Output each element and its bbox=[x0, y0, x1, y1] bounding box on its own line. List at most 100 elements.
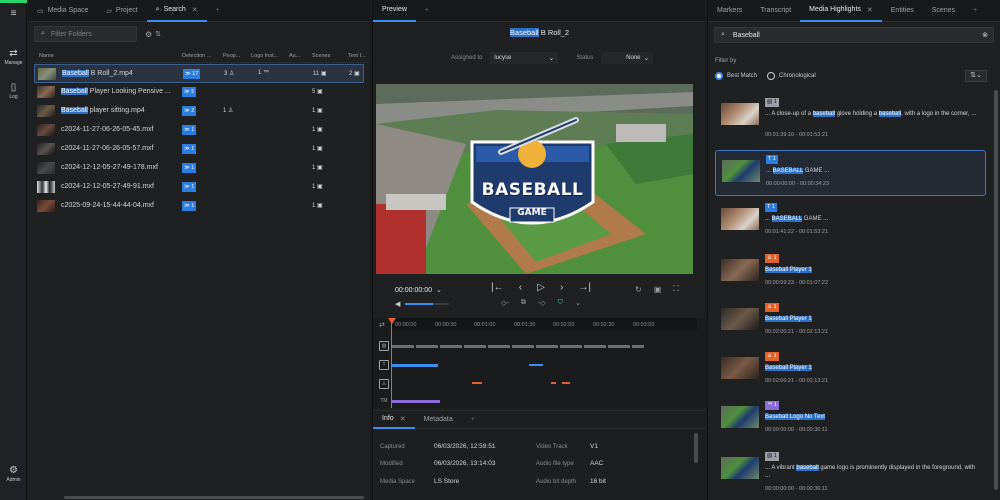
ruler-tick: 00:02:00 bbox=[553, 322, 575, 328]
file-name: c2024-12-12-05-27-49-178.mxf bbox=[61, 164, 158, 171]
tab-search[interactable]: ⌕ Search ✕ bbox=[146, 0, 207, 22]
highlights-search-input[interactable]: ⌕ Baseball ⊗ bbox=[714, 27, 994, 43]
tab-media-space[interactable]: ▭ Media Space bbox=[28, 0, 97, 22]
person-track-clip[interactable] bbox=[562, 382, 570, 384]
timecode-display[interactable]: 00:00:00:00 ⌄ bbox=[395, 286, 442, 295]
rail-item-manage[interactable]: ⇄ Manage bbox=[0, 48, 27, 66]
logo-track-clip[interactable] bbox=[392, 400, 440, 403]
metadata-label: Audio bit depth bbox=[536, 479, 577, 485]
info-scrollbar[interactable] bbox=[694, 433, 698, 463]
step-forward-icon[interactable]: › bbox=[560, 282, 563, 293]
highlight-card[interactable]: ™ 1 Baseball Logo No Text 00:00:00:00 - … bbox=[715, 397, 986, 443]
panel2-tabbar: Preview + bbox=[373, 0, 705, 22]
clip-icon[interactable]: ⧉ bbox=[521, 299, 526, 307]
mark-out-icon[interactable]: -◇ bbox=[538, 299, 546, 307]
add-tab-button[interactable]: + bbox=[462, 411, 484, 429]
shield-icon[interactable]: ⛉ bbox=[558, 299, 563, 307]
highlight-card[interactable]: T 1 ... BASEBALL GAME ... 00:01:41:22 - … bbox=[715, 199, 986, 245]
column-scenes[interactable]: Scenes bbox=[312, 53, 330, 59]
plus-icon: + bbox=[470, 416, 475, 423]
search-icon: ⌕ bbox=[41, 30, 45, 37]
tab-media-highlights[interactable]: Media Highlights ✕ bbox=[800, 0, 882, 22]
hamburger-menu[interactable]: ≡ bbox=[0, 8, 27, 20]
filter-settings-button[interactable]: ⇅⌄ bbox=[965, 70, 987, 82]
close-tab-icon[interactable]: ✕ bbox=[192, 6, 198, 14]
snapshot-icon[interactable]: ▣ bbox=[654, 285, 662, 294]
video-frame[interactable]: BASEBALL GAME bbox=[376, 84, 693, 274]
tab-transcript[interactable]: Transcript bbox=[751, 0, 800, 22]
timeline[interactable]: ⇄ 00:00:00 00:00:30 00:01:00 00:01:30 00… bbox=[373, 318, 706, 408]
person-icon: ♙ bbox=[767, 304, 772, 310]
chevron-down-icon[interactable]: ⌄ bbox=[575, 299, 581, 307]
text-track-clip[interactable] bbox=[529, 364, 543, 366]
highlight-card[interactable]: T 1 ... BASEBALL GAME ... 00:00:00:00 - … bbox=[715, 150, 986, 196]
highlight-card[interactable]: ♙ 1 Baseball Player 1 00:00:59:23 - 00:0… bbox=[715, 250, 986, 296]
highlight-card[interactable]: ▨ 1 ... A close-up of a baseball glove h… bbox=[715, 94, 986, 140]
tab-preview[interactable]: Preview bbox=[373, 0, 416, 22]
tab-info[interactable]: Info ✕ bbox=[373, 411, 415, 429]
highlight-time: 00:00:00:00 - 00:00:36:11 bbox=[765, 486, 828, 492]
highlight-card[interactable]: ▨ 1 ... A vibrant baseball game logo is … bbox=[715, 448, 986, 494]
mark-in-icon[interactable]: ◇- bbox=[501, 299, 509, 307]
sort-icon[interactable]: ⇅ bbox=[155, 30, 161, 38]
file-row[interactable]: c2024-12-12-05-27-49-91.mxf ≫ 1 1 ▣ bbox=[34, 178, 364, 197]
volume-slider[interactable] bbox=[405, 303, 450, 305]
column-audio[interactable]: Au... bbox=[289, 53, 300, 59]
person-track-clip[interactable] bbox=[472, 382, 482, 384]
close-tab-icon[interactable]: ✕ bbox=[400, 415, 406, 423]
file-row[interactable]: Baseball B Roll_2.mp4 ≫ 17 3 ♙ 1 ™ 11 ▣ … bbox=[34, 64, 364, 83]
file-row[interactable]: c2025-09-24-15-44-44-04.mxf ≫ 1 1 ▣ bbox=[34, 197, 364, 216]
timeline-settings-icon[interactable]: ⇄ bbox=[379, 321, 385, 329]
step-back-icon[interactable]: ‹ bbox=[519, 282, 522, 293]
skip-start-icon[interactable]: |← bbox=[491, 282, 504, 293]
file-row[interactable]: c2024-11-27-06-26-05-45.mxf ≫ 1 1 ▣ bbox=[34, 121, 364, 140]
rail-item-admin[interactable]: ⚙ Admin bbox=[0, 465, 27, 483]
person-track-clip[interactable] bbox=[551, 382, 556, 384]
settings-icon[interactable]: ⚙ bbox=[145, 30, 152, 39]
file-thumbnail bbox=[37, 162, 55, 174]
column-name[interactable]: Name bbox=[39, 53, 54, 59]
image-track-clips[interactable] bbox=[392, 345, 644, 348]
rail-item-log[interactable]: ▯ Log bbox=[0, 82, 27, 100]
add-tab-button[interactable]: + bbox=[416, 0, 438, 22]
add-tab-button[interactable]: + bbox=[207, 0, 229, 22]
marker-controls: ◇- ⧉ -◇ ⛉ ⌄ bbox=[501, 299, 581, 307]
filter-folders-input[interactable]: ⌕ Filter Folders bbox=[34, 26, 137, 42]
tab-project[interactable]: ▱ Project bbox=[97, 0, 146, 22]
tab-scenes[interactable]: Scenes bbox=[923, 0, 964, 22]
file-row[interactable]: Baseball Player Looking Pensive ... ≫ 5 … bbox=[34, 83, 364, 102]
highlights-scrollbar[interactable] bbox=[994, 90, 998, 490]
status-select[interactable]: None ⌄ bbox=[601, 52, 654, 64]
option-best-match[interactable]: Best Match bbox=[715, 72, 757, 80]
text-track-clip[interactable] bbox=[392, 364, 438, 367]
skip-end-icon[interactable]: →| bbox=[578, 282, 591, 293]
volume-control[interactable]: ◀ bbox=[395, 300, 450, 308]
highlight-card[interactable]: ♙ 1 Baseball Player 1 00:02:00:21 - 00:0… bbox=[715, 299, 986, 345]
close-tab-icon[interactable]: ✕ bbox=[867, 6, 873, 14]
file-row[interactable]: Baseball player sitting.mp4 ≫ 2 1 ♙ 1 ▣ bbox=[34, 102, 364, 121]
option-chronological[interactable]: Chronological bbox=[767, 72, 816, 80]
loop-icon[interactable]: ↻ bbox=[635, 285, 642, 294]
filter-row: ⌕ Filter Folders ⚙ ⇅ bbox=[34, 26, 374, 42]
person-icon: ♙ bbox=[767, 353, 772, 359]
add-tab-button[interactable]: + bbox=[964, 0, 986, 22]
tab-entities[interactable]: Entities bbox=[882, 0, 923, 22]
column-people[interactable]: Peop... bbox=[223, 53, 240, 59]
highlight-thumbnail bbox=[721, 457, 759, 479]
column-text[interactable]: Text I... bbox=[348, 53, 366, 59]
assigned-select[interactable]: lucyse ⌄ bbox=[490, 52, 559, 64]
clear-search-icon[interactable]: ⊗ bbox=[982, 31, 988, 39]
playhead-handle[interactable] bbox=[388, 318, 396, 324]
column-detection[interactable]: Detection ... bbox=[182, 53, 211, 59]
file-row[interactable]: c2024-12-12-05-27-49-178.mxf ≫ 1 1 ▣ bbox=[34, 159, 364, 178]
horizontal-scrollbar[interactable] bbox=[64, 496, 364, 499]
play-icon[interactable]: ▷ bbox=[537, 282, 545, 293]
playhead[interactable] bbox=[391, 318, 392, 408]
tab-markers[interactable]: Markers bbox=[708, 0, 751, 22]
column-logo[interactable]: Logo Inst... bbox=[251, 53, 278, 59]
video-image bbox=[376, 84, 693, 274]
fullscreen-icon[interactable]: ⛶ bbox=[673, 284, 679, 294]
highlight-card[interactable]: ♙ 1 Baseball Player 1 00:02:06:21 - 00:0… bbox=[715, 348, 986, 394]
file-row[interactable]: c2024-11-27-06-26-05-57.mxf ≫ 1 1 ▣ bbox=[34, 140, 364, 159]
tab-metadata[interactable]: Metadata bbox=[415, 411, 462, 429]
